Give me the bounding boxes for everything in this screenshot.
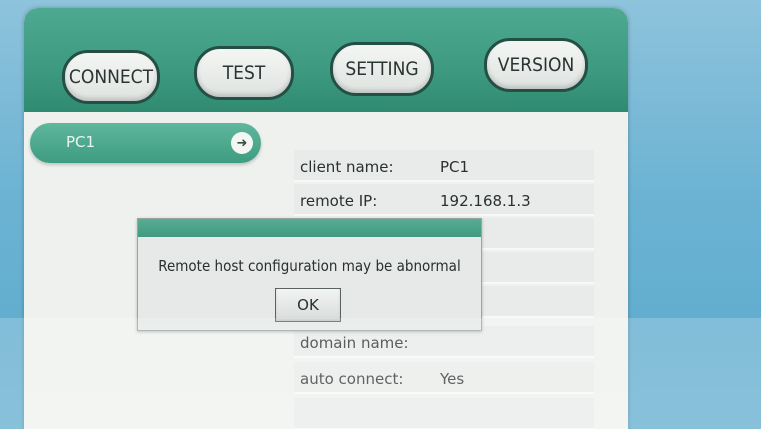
connect-button[interactable]: CONNECT [62, 50, 160, 104]
dialog-titlebar [138, 219, 481, 237]
info-row-empty [294, 398, 594, 429]
arrow-right-icon[interactable]: ➜ [231, 132, 253, 154]
sidebar-item-pc1[interactable]: PC1 ➜ [30, 123, 261, 163]
setting-button[interactable]: SETTING [330, 42, 434, 96]
toolbar: CONNECT TEST SETTING VERSION [24, 8, 628, 112]
info-key: auto connect: [300, 370, 404, 388]
info-row-auto-connect: auto connect: Yes [294, 362, 594, 394]
ok-button[interactable]: OK [275, 288, 341, 322]
info-row-remote-ip: remote IP: 192.168.1.3 [294, 184, 594, 216]
version-button[interactable]: VERSION [484, 38, 588, 92]
info-row-client-name: client name: PC1 [294, 150, 594, 182]
info-value: PC1 [440, 158, 470, 176]
info-key: client name: [300, 158, 394, 176]
info-value: 192.168.1.3 [440, 192, 531, 210]
info-key: domain name: [300, 334, 409, 352]
alert-dialog: Remote host configuration may be abnorma… [137, 218, 482, 331]
info-value: Yes [440, 370, 465, 388]
sidebar-item-label: PC1 [66, 133, 96, 151]
dialog-message: Remote host configuration may be abnorma… [158, 257, 461, 275]
test-button[interactable]: TEST [194, 46, 294, 100]
info-key: remote IP: [300, 192, 378, 210]
